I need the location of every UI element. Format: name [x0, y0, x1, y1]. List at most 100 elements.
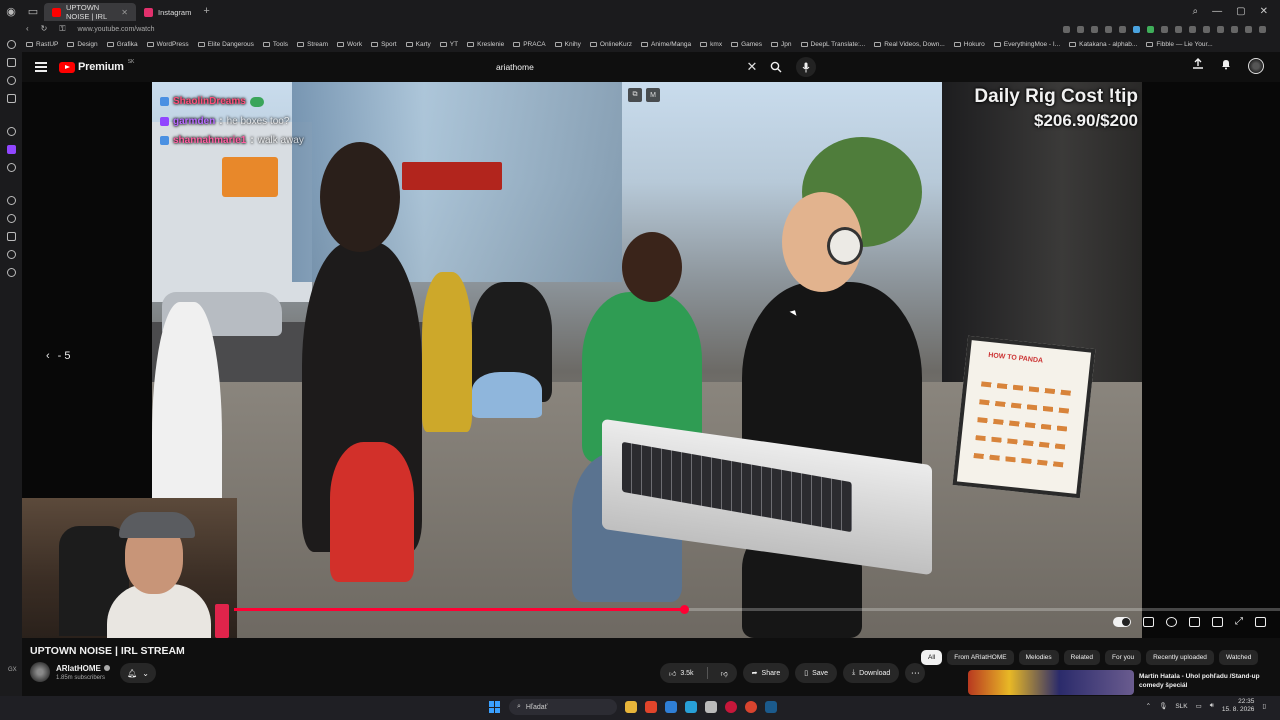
tray-chevron-icon[interactable]: ⌃ — [1146, 702, 1151, 710]
filter-chip[interactable]: Melodies — [1018, 650, 1059, 665]
filter-chip[interactable]: For you — [1105, 650, 1142, 665]
subscribe-bell-button[interactable]: 🔔︎ ⌄ — [120, 663, 156, 683]
recommended-video[interactable]: Martin Hatala - Uhol pohľadu /Stand-up c… — [968, 670, 1260, 695]
back-icon[interactable]: ‹ — [26, 24, 29, 34]
filter-chip[interactable]: From ARIatHOME — [947, 650, 1014, 665]
bookmark-item[interactable]: Katakana - alphab... — [1069, 41, 1137, 48]
maximize-button[interactable]: ▢ — [1236, 6, 1245, 17]
bookmark-item[interactable]: Jpn — [771, 41, 792, 48]
bookmark-item[interactable]: WordPress — [146, 41, 189, 48]
app-icon[interactable] — [665, 701, 677, 713]
extension-icon[interactable] — [1175, 25, 1182, 33]
chat-panel-icon[interactable] — [1255, 616, 1266, 627]
extension-icon[interactable] — [1091, 25, 1098, 33]
search-icon[interactable] — [764, 61, 788, 73]
language-indicator[interactable]: SLK — [1175, 703, 1187, 710]
bookmark-item[interactable]: Knihy — [554, 41, 581, 48]
browser-menu-icon[interactable]: ◉ — [0, 0, 22, 22]
bookmark-item[interactable]: DeepL Translate:... — [800, 41, 865, 48]
filter-chip[interactable]: All — [921, 650, 943, 665]
extension-icon[interactable] — [1231, 25, 1238, 33]
reload-icon[interactable]: ↻ — [41, 24, 48, 34]
video-player[interactable]: HOW TO PANDA ShaolinDreams garmden: he b… — [22, 82, 1280, 638]
menu-icon[interactable] — [35, 62, 47, 72]
progress-scrubber[interactable] — [679, 605, 689, 614]
youtube-logo[interactable]: Premium SK — [59, 59, 134, 73]
filter-chip[interactable]: Recently uploaded — [1146, 650, 1214, 665]
search-tabs-icon[interactable]: ⌕ — [1193, 6, 1199, 17]
sidebar-settings-icon[interactable] — [6, 268, 16, 277]
extension-icon[interactable] — [1077, 25, 1084, 33]
progress-bar[interactable] — [234, 605, 1280, 614]
tab-close-icon[interactable]: ✕ — [121, 8, 128, 17]
settings-gear-icon[interactable] — [1166, 616, 1177, 627]
bookmark-item[interactable]: Sport — [371, 41, 397, 48]
bookmark-item[interactable]: PRACA — [513, 41, 546, 48]
download-button[interactable]: ⤓ Download — [843, 663, 900, 683]
sidebar-percent-icon[interactable] — [6, 163, 16, 172]
bookmark-item[interactable]: OnlineKurz — [589, 41, 632, 48]
video-thumbnail[interactable] — [968, 670, 1134, 695]
bookmark-item[interactable]: Anime/Manga — [641, 41, 691, 48]
taskbar-search[interactable]: ⌕ Hľadať — [509, 699, 617, 715]
mic-tray-icon[interactable]: 🎙︎ — [1159, 702, 1167, 710]
bookmark-item[interactable]: Work — [337, 41, 362, 48]
bookmark-item[interactable]: Real Videos, Down... — [874, 41, 945, 48]
extension-icon[interactable] — [1147, 25, 1154, 33]
clock[interactable]: 22:35 15. 8. 2026 — [1222, 698, 1255, 714]
mute-overlay-icon[interactable]: M — [646, 88, 660, 102]
channel-avatar[interactable] — [30, 662, 50, 682]
extension-icon[interactable] — [1189, 25, 1196, 33]
autoplay-toggle[interactable] — [1113, 616, 1131, 627]
extension-icon[interactable] — [1105, 25, 1112, 33]
sidebar-gallery-icon[interactable] — [6, 232, 16, 241]
bookmark-item[interactable]: RastUP — [26, 41, 58, 48]
brave-browser-icon[interactable] — [645, 701, 657, 713]
bookmark-item[interactable]: EverythingMoe - I... — [993, 41, 1060, 48]
search-input[interactable]: ariathome — [496, 62, 740, 72]
clear-search-icon[interactable]: ✕ — [740, 59, 764, 75]
notification-center-icon[interactable]: ▯ — [1262, 702, 1266, 710]
extension-icon[interactable] — [1217, 25, 1224, 33]
bookmark-item[interactable]: Tools — [262, 41, 288, 48]
extension-icon[interactable] — [1161, 25, 1168, 33]
cast-overlay-icon[interactable]: ⧉ — [628, 88, 642, 102]
notifications-bell-icon[interactable] — [1220, 57, 1232, 75]
bookmark-item[interactable]: Karty — [405, 41, 431, 48]
windows-start-icon[interactable] — [489, 701, 501, 713]
network-icon[interactable]: ▭ — [1196, 702, 1202, 710]
sidebar-extensions-icon[interactable] — [6, 250, 16, 259]
sidebar-twitch-icon[interactable] — [6, 145, 16, 154]
bookmark-item[interactable]: kmx — [700, 41, 722, 48]
save-button[interactable]: ▯ Save — [795, 663, 838, 683]
edge-icon[interactable] — [685, 701, 697, 713]
sidebar-whatsapp-icon[interactable] — [6, 127, 16, 136]
sidebar-player-icon[interactable] — [6, 214, 16, 223]
bookmark-item[interactable]: Fibble — Lie Your... — [1146, 41, 1213, 48]
bookmark-item[interactable]: Elite Dangerous — [197, 41, 254, 48]
miniplayer-icon[interactable] — [1189, 616, 1200, 627]
upload-icon[interactable] — [1192, 57, 1204, 75]
app-icon[interactable] — [705, 701, 717, 713]
sidebar-history-icon[interactable] — [6, 196, 16, 205]
sidebar-web-icon[interactable] — [6, 40, 16, 49]
app-icon[interactable] — [745, 701, 757, 713]
more-actions-button[interactable]: ⋯ — [905, 663, 926, 683]
subtitles-icon[interactable] — [1143, 616, 1154, 627]
bookmark-item[interactable]: Kreslenie — [467, 41, 504, 48]
volume-icon[interactable]: 🔊︎ — [1210, 702, 1214, 710]
cast-icon[interactable] — [1212, 616, 1223, 627]
share-button[interactable]: ➦ Share — [742, 663, 790, 683]
sidebar-bookmarks-icon[interactable] — [6, 58, 16, 67]
tab-instagram[interactable]: Instagram — [136, 3, 199, 21]
extension-icon[interactable] — [1119, 25, 1126, 33]
dislike-button[interactable]: 👎︎ — [712, 663, 737, 683]
extension-icon[interactable] — [1133, 25, 1140, 33]
extension-icon[interactable] — [1203, 25, 1210, 33]
extension-icon[interactable] — [1063, 25, 1070, 33]
close-window-button[interactable]: ✕ — [1260, 6, 1268, 17]
filter-chip[interactable]: Related — [1063, 650, 1101, 665]
search-box[interactable]: ariathome ✕ — [492, 57, 788, 77]
bookmark-item[interactable]: Design — [67, 41, 98, 48]
microphone-icon[interactable] — [796, 57, 816, 77]
